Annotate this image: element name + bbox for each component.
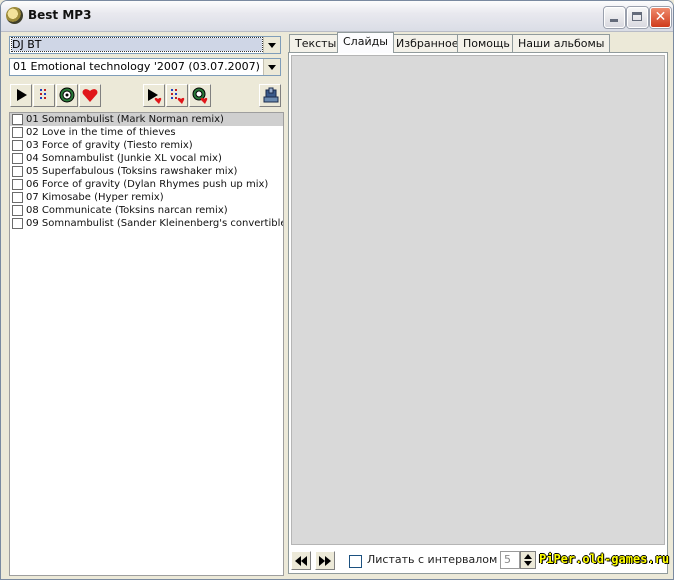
watermark: PiPer.old-games.ru — [539, 552, 670, 566]
play-fav-icon — [148, 89, 162, 104]
track-title: 04 Somnambulist (Junkie XL vocal mix) — [26, 153, 222, 164]
play-button[interactable] — [10, 84, 32, 107]
album-select-value: 01 Emotional technology '2007 (03.07.200… — [13, 60, 260, 73]
track-title: 05 Superfabulous (Toksins rawshaker mix) — [26, 166, 238, 177]
export-icon — [263, 87, 279, 103]
playlist-icon — [40, 89, 46, 99]
album-select[interactable]: 01 Emotional technology '2007 (03.07.200… — [9, 58, 281, 76]
track-row[interactable]: 04 Somnambulist (Junkie XL vocal mix) — [10, 152, 283, 165]
maximize-button[interactable] — [627, 7, 648, 28]
tab-help[interactable]: Помощь — [457, 34, 516, 52]
slide-view — [291, 55, 665, 545]
tab-favorites[interactable]: Избранное — [390, 34, 465, 52]
track-row[interactable]: 01 Somnambulist (Mark Norman remix) — [10, 113, 283, 126]
track-row[interactable]: 06 Force of gravity (Dylan Rhymes push u… — [10, 178, 283, 191]
close-icon: ✕ — [654, 9, 667, 25]
heart-icon — [82, 89, 98, 102]
track-row[interactable]: 08 Communicate (Toksins narcan remix) — [10, 204, 283, 217]
interval-checkbox[interactable] — [349, 555, 362, 568]
right-pane: Тексты Слайды Избранное Помощь Наши альб… — [287, 32, 670, 577]
spinner-arrows-icon — [524, 554, 532, 566]
play-icon — [17, 89, 27, 101]
track-checkbox[interactable] — [12, 140, 23, 151]
play-favorites-button[interactable] — [143, 84, 165, 107]
track-checkbox[interactable] — [12, 153, 23, 164]
artist-select[interactable]: DJ BT — [9, 36, 281, 54]
cd-icon — [59, 87, 75, 103]
chevron-down-icon[interactable] — [263, 59, 280, 75]
track-title: 02 Love in the time of thieves — [26, 127, 176, 138]
track-row[interactable]: 09 Somnambulist (Sander Kleinenberg's co… — [10, 217, 283, 230]
track-row[interactable]: 07 Kimosabe (Hyper remix) — [10, 191, 283, 204]
tab-our-albums[interactable]: Наши альбомы — [512, 34, 611, 52]
chevron-down-icon[interactable] — [263, 37, 280, 53]
prev-slide-button[interactable] — [291, 551, 311, 570]
track-checkbox[interactable] — [12, 127, 23, 138]
playlist-favorites-button[interactable] — [166, 84, 188, 107]
track-title: 06 Force of gravity (Dylan Rhymes push u… — [26, 179, 269, 190]
playlist-button[interactable] — [33, 84, 55, 107]
interval-spinner[interactable] — [520, 551, 536, 569]
cd-fav-icon — [192, 87, 208, 104]
track-checkbox[interactable] — [12, 205, 23, 216]
cd-button[interactable] — [56, 84, 78, 107]
player-toolbar — [9, 83, 283, 110]
tab-strip: Тексты Слайды Избранное Помощь Наши альб… — [287, 32, 670, 53]
artist-select-value: DJ BT — [11, 37, 263, 52]
track-checkbox[interactable] — [12, 114, 23, 125]
rewind-icon — [295, 556, 307, 566]
export-button[interactable] — [259, 84, 281, 107]
window-title: Best MP3 — [28, 8, 92, 22]
track-title: 03 Force of gravity (Tiesto remix) — [26, 140, 193, 151]
slides-panel: Листать с интервалом 5 PiPer.old-games.r… — [288, 52, 670, 574]
interval-input[interactable]: 5 — [500, 551, 520, 569]
tab-slides[interactable]: Слайды — [337, 32, 394, 53]
main-window: Best MP3 ✕ DJ BT 01 Emotional technology… — [0, 0, 674, 580]
fast-forward-icon — [319, 556, 331, 566]
close-button[interactable]: ✕ — [650, 7, 671, 28]
track-row[interactable]: 02 Love in the time of thieves — [10, 126, 283, 139]
minimize-button[interactable] — [604, 7, 625, 28]
title-bar[interactable]: Best MP3 ✕ — [1, 1, 673, 32]
track-checkbox[interactable] — [12, 179, 23, 190]
track-checkbox[interactable] — [12, 218, 23, 229]
track-title: 07 Kimosabe (Hyper remix) — [26, 192, 164, 203]
maximize-icon — [628, 8, 647, 27]
track-list[interactable]: 01 Somnambulist (Mark Norman remix) 02 L… — [9, 112, 284, 576]
slides-controls: Листать с интервалом 5 PiPer.old-games.r… — [291, 549, 670, 573]
track-row[interactable]: 05 Superfabulous (Toksins rawshaker mix) — [10, 165, 283, 178]
minimize-icon — [605, 8, 624, 27]
track-checkbox[interactable] — [12, 192, 23, 203]
track-row[interactable]: 03 Force of gravity (Tiesto remix) — [10, 139, 283, 152]
app-icon[interactable] — [6, 7, 23, 24]
left-pane: DJ BT 01 Emotional technology '2007 (03.… — [6, 32, 285, 577]
track-title: 01 Somnambulist (Mark Norman remix) — [26, 114, 224, 125]
favorite-button[interactable] — [79, 84, 101, 107]
tab-lyrics[interactable]: Тексты — [289, 34, 343, 52]
track-title: 09 Somnambulist (Sander Kleinenberg's co… — [26, 218, 284, 229]
track-title: 08 Communicate (Toksins narcan remix) — [26, 205, 228, 216]
next-slide-button[interactable] — [315, 551, 335, 570]
cd-favorites-button[interactable] — [189, 84, 211, 107]
interval-label: Листать с интервалом — [367, 553, 498, 566]
playlist-fav-icon — [171, 89, 185, 104]
track-checkbox[interactable] — [12, 166, 23, 177]
